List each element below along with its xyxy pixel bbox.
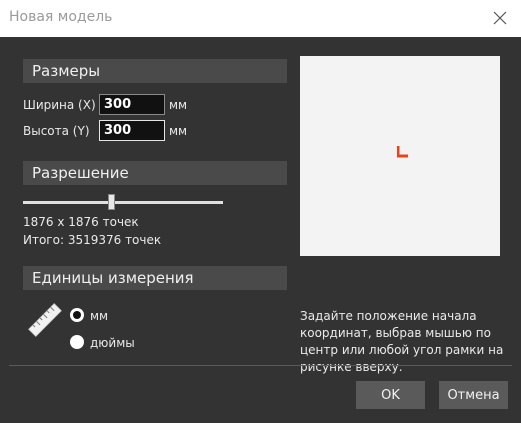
origin-preview-canvas[interactable] [300, 56, 500, 256]
width-input[interactable] [99, 94, 165, 115]
dialog-title: Новая модель [9, 9, 113, 25]
cancel-button[interactable]: Отмена [439, 381, 508, 409]
unit-radio-inches[interactable] [70, 335, 84, 349]
units-section-header: Единицы измерения [23, 266, 287, 290]
height-input[interactable] [99, 120, 165, 141]
unit-label-mm: мм [90, 309, 109, 323]
resolution-slider-thumb[interactable] [107, 194, 115, 210]
resolution-points-text: 1876 x 1876 точек [23, 215, 139, 229]
ruler-icon [28, 303, 62, 337]
unit-label-inches: дюймы [90, 336, 135, 350]
width-unit-label: мм [169, 98, 188, 112]
footer-separator [9, 365, 512, 366]
title-bar: Новая модель [0, 0, 521, 37]
ok-button[interactable]: OK [356, 381, 425, 409]
new-model-dialog: Новая модель Размеры Ширина (X) мм Высот… [0, 0, 521, 423]
resolution-total-text: Итого: 3519376 точек [23, 233, 162, 247]
close-icon[interactable] [491, 9, 509, 27]
unit-radio-mm[interactable] [70, 308, 84, 322]
resolution-section-header: Разрешение [23, 161, 287, 185]
height-label: Высота (Y) [23, 124, 90, 138]
resolution-slider-track[interactable] [23, 201, 223, 204]
origin-corner-icon[interactable] [397, 146, 409, 158]
sizes-section-header: Размеры [23, 59, 287, 83]
height-unit-label: мм [169, 124, 188, 138]
width-label: Ширина (X) [23, 98, 96, 112]
